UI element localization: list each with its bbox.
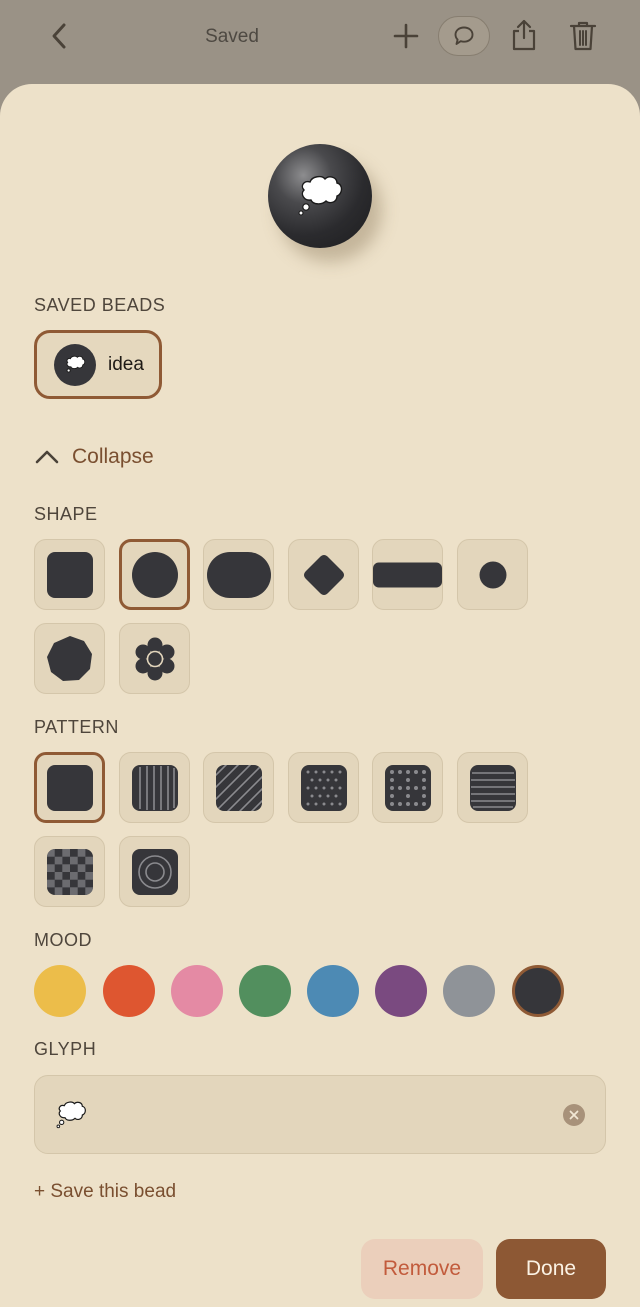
shape-square[interactable]: [34, 539, 105, 610]
mood-swatch-green[interactable]: [239, 965, 291, 1017]
share-icon: [512, 19, 536, 51]
mood-swatch-yellow[interactable]: [34, 965, 86, 1017]
shape-dot[interactable]: [457, 539, 528, 610]
pattern-label: PATTERN: [34, 717, 119, 737]
shape-bar[interactable]: [372, 539, 443, 610]
share-button[interactable]: [505, 14, 543, 56]
comment-button[interactable]: [438, 16, 490, 56]
thought-bubble-icon: [56, 1101, 86, 1129]
shape-polygon[interactable]: [34, 623, 105, 694]
shape-circle[interactable]: [119, 539, 190, 610]
saved-bead-name: idea: [108, 353, 144, 375]
bar-shape-icon: [373, 562, 442, 587]
saved-bead-avatar: [54, 343, 96, 386]
pattern-diagonal-stripes[interactable]: [203, 752, 274, 823]
glyph-input[interactable]: [34, 1075, 606, 1154]
rings-pattern-icon: [131, 848, 178, 895]
pattern-checker[interactable]: [34, 836, 105, 907]
mood-swatch-purple[interactable]: [375, 965, 427, 1017]
collapse-label: Collapse: [72, 445, 154, 468]
shape-flower[interactable]: [119, 623, 190, 694]
bead-preview: [268, 144, 372, 248]
mood-label: MOOD: [34, 930, 92, 950]
diagonal-stripes-pattern-icon: [215, 764, 262, 811]
chevron-left-icon: [52, 23, 66, 49]
horizontal-stripes-pattern-icon: [469, 764, 516, 811]
square-shape-icon: [46, 551, 93, 598]
delete-button[interactable]: [564, 15, 602, 57]
pattern-solid[interactable]: [34, 752, 105, 823]
pattern-grid-dots[interactable]: [372, 752, 443, 823]
saved-bead-chip[interactable]: idea: [34, 330, 162, 399]
pattern-rings[interactable]: [119, 836, 190, 907]
shape-diamond[interactable]: [288, 539, 359, 610]
pattern-dots[interactable]: [288, 752, 359, 823]
chevron-up-icon: [35, 450, 59, 464]
shape-pill[interactable]: [203, 539, 274, 610]
mood-swatch-pink[interactable]: [171, 965, 223, 1017]
grid-dots-pattern-icon: [384, 764, 431, 811]
speech-bubble-icon: [454, 26, 474, 45]
done-button[interactable]: Done: [496, 1239, 606, 1299]
clear-glyph-button[interactable]: [563, 1104, 585, 1126]
pattern-vertical-stripes[interactable]: [119, 752, 190, 823]
glyph-label: GLYPH: [34, 1039, 97, 1059]
pattern-horizontal-stripes[interactable]: [457, 752, 528, 823]
plus-icon: [393, 23, 419, 49]
saved-beads-label: SAVED BEADS: [34, 295, 166, 315]
polygon-shape-icon: [46, 635, 92, 681]
circle-shape-icon: [131, 551, 178, 598]
add-button[interactable]: [388, 18, 424, 54]
mood-swatch-gray[interactable]: [443, 965, 495, 1017]
checker-pattern-icon: [46, 848, 93, 895]
vertical-stripes-pattern-icon: [131, 764, 178, 811]
dots-pattern-icon: [300, 764, 347, 811]
glyph-value: [55, 1100, 87, 1135]
mood-swatch-charcoal-selected[interactable]: [512, 965, 564, 1017]
remove-button[interactable]: Remove: [361, 1239, 483, 1299]
mood-swatch-blue[interactable]: [307, 965, 359, 1017]
save-bead-link[interactable]: + Save this bead: [34, 1181, 176, 1203]
thought-bubble-icon: [66, 355, 86, 372]
dot-shape-icon: [479, 561, 506, 588]
solid-pattern-icon: [46, 764, 93, 811]
diamond-shape-icon: [303, 554, 344, 595]
thought-bubble-icon: [298, 175, 343, 216]
collapse-toggle[interactable]: Collapse: [34, 440, 154, 474]
shape-label: SHAPE: [34, 504, 98, 524]
mood-swatch-orange[interactable]: [103, 965, 155, 1017]
top-bar: Saved: [0, 0, 640, 84]
clear-x-icon: [569, 1110, 579, 1120]
page-title: Saved: [205, 26, 259, 47]
trash-icon: [569, 21, 597, 51]
flower-shape-icon: [135, 637, 174, 680]
pill-shape-icon: [206, 551, 271, 598]
back-button[interactable]: [40, 16, 80, 56]
